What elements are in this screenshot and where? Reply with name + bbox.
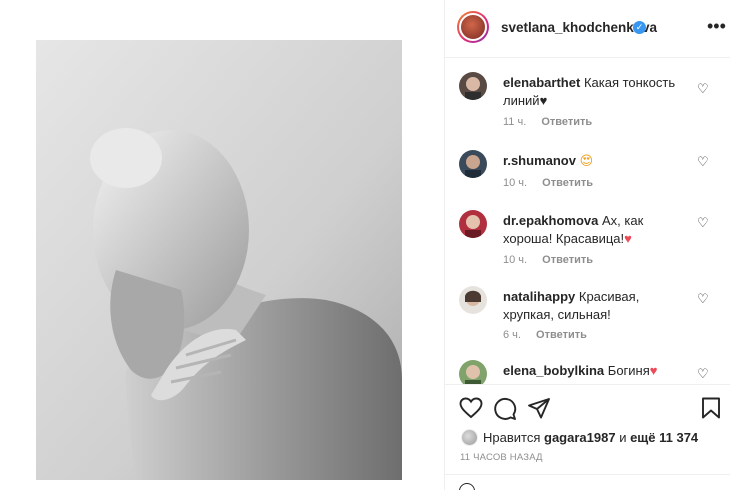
comment-like-icon[interactable]: ♡ <box>697 215 709 231</box>
post-photo-art <box>36 40 402 480</box>
emoji-icon[interactable] <box>459 483 475 490</box>
post-side-panel: svetlana_khodchenkova ✓ ••• elenabarthet… <box>445 0 730 490</box>
author-avatar[interactable] <box>457 11 489 43</box>
heart-eyes-emoji-icon: 😍 <box>579 153 594 168</box>
comment-username[interactable]: dr.epakhomova <box>503 213 598 228</box>
verified-badge-icon: ✓ <box>633 21 646 34</box>
photo-pane <box>0 0 444 490</box>
comment-meta: 10 ч. Ответить <box>503 177 593 189</box>
comment-like-icon[interactable]: ♡ <box>697 154 709 170</box>
comment-text: r.shumanov 😍 <box>503 152 691 170</box>
comment-username[interactable]: elena_bobylkina <box>503 363 604 378</box>
comment-username[interactable]: r.shumanov <box>503 153 576 168</box>
black-heart-icon: ♥ <box>539 93 548 108</box>
comment-text: natalihappy Красивая, хрупкая, сильная! <box>503 289 640 322</box>
comments-list[interactable]: elenabarthet Какая тонкость линий♥ 11 ч.… <box>445 58 730 384</box>
red-heart-icon: ♥ <box>624 231 632 246</box>
add-comment-bar <box>445 474 730 490</box>
liker-avatar[interactable] <box>461 429 478 446</box>
comment-username[interactable]: natalihappy <box>503 289 575 304</box>
comment-avatar[interactable] <box>459 150 487 178</box>
comment-text: elena_bobylkina Богиня♥ <box>503 363 658 378</box>
comment-username[interactable]: elenabarthet <box>503 75 580 90</box>
red-heart-icon: ♥ <box>649 363 658 378</box>
comment-like-icon[interactable]: ♡ <box>697 81 709 97</box>
bookmark-icon[interactable] <box>701 397 721 419</box>
post-photo[interactable] <box>36 40 402 480</box>
comment-icon[interactable] <box>493 397 517 421</box>
comment-avatar[interactable] <box>459 286 487 314</box>
comment-text: dr.epakhomova Ах, как хороша! Красавица!… <box>503 213 644 246</box>
more-options-icon[interactable]: ••• <box>707 16 726 37</box>
comment-text: elenabarthet Какая тонкость линий♥ <box>503 75 676 108</box>
comment-avatar[interactable] <box>459 72 487 100</box>
liker-username[interactable]: gagara1987 <box>544 430 616 445</box>
comment-like-icon[interactable]: ♡ <box>697 366 709 382</box>
post-timestamp[interactable]: 11 ЧАСОВ НАЗАД <box>460 452 543 463</box>
reply-button[interactable]: Ответить <box>542 177 593 189</box>
post-header: svetlana_khodchenkova ✓ ••• <box>445 0 730 58</box>
comment-meta: 6 ч. Ответить <box>503 329 587 341</box>
comment-like-icon[interactable]: ♡ <box>697 291 709 307</box>
share-icon[interactable] <box>527 397 551 419</box>
post-actions-bar <box>445 384 730 428</box>
reply-button[interactable]: Ответить <box>536 329 587 341</box>
likes-count[interactable]: ещё 11 374 <box>630 430 698 445</box>
comment-meta: 11 ч. Ответить <box>503 116 593 128</box>
reply-button[interactable]: Ответить <box>541 116 592 128</box>
heart-outline-icon[interactable] <box>459 397 483 419</box>
comment-avatar[interactable] <box>459 360 487 384</box>
reply-button[interactable]: Ответить <box>542 254 593 266</box>
comment-avatar[interactable] <box>459 210 487 238</box>
comment-meta: 10 ч. Ответить <box>503 254 593 266</box>
